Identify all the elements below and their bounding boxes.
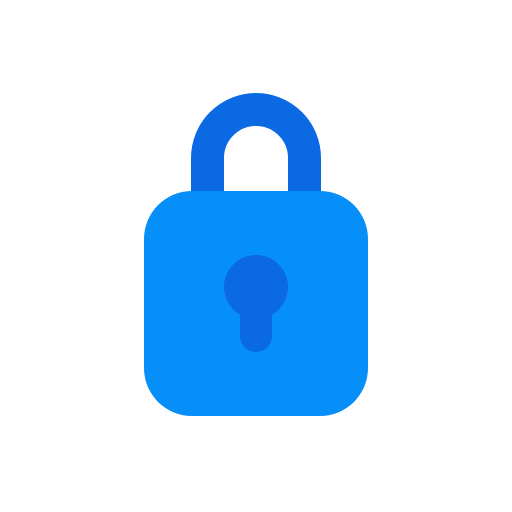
icon-canvas: [0, 0, 512, 512]
lock-shackle: [191, 93, 321, 196]
padlock-icon: [144, 93, 368, 416]
keyhole-slot: [240, 295, 272, 352]
